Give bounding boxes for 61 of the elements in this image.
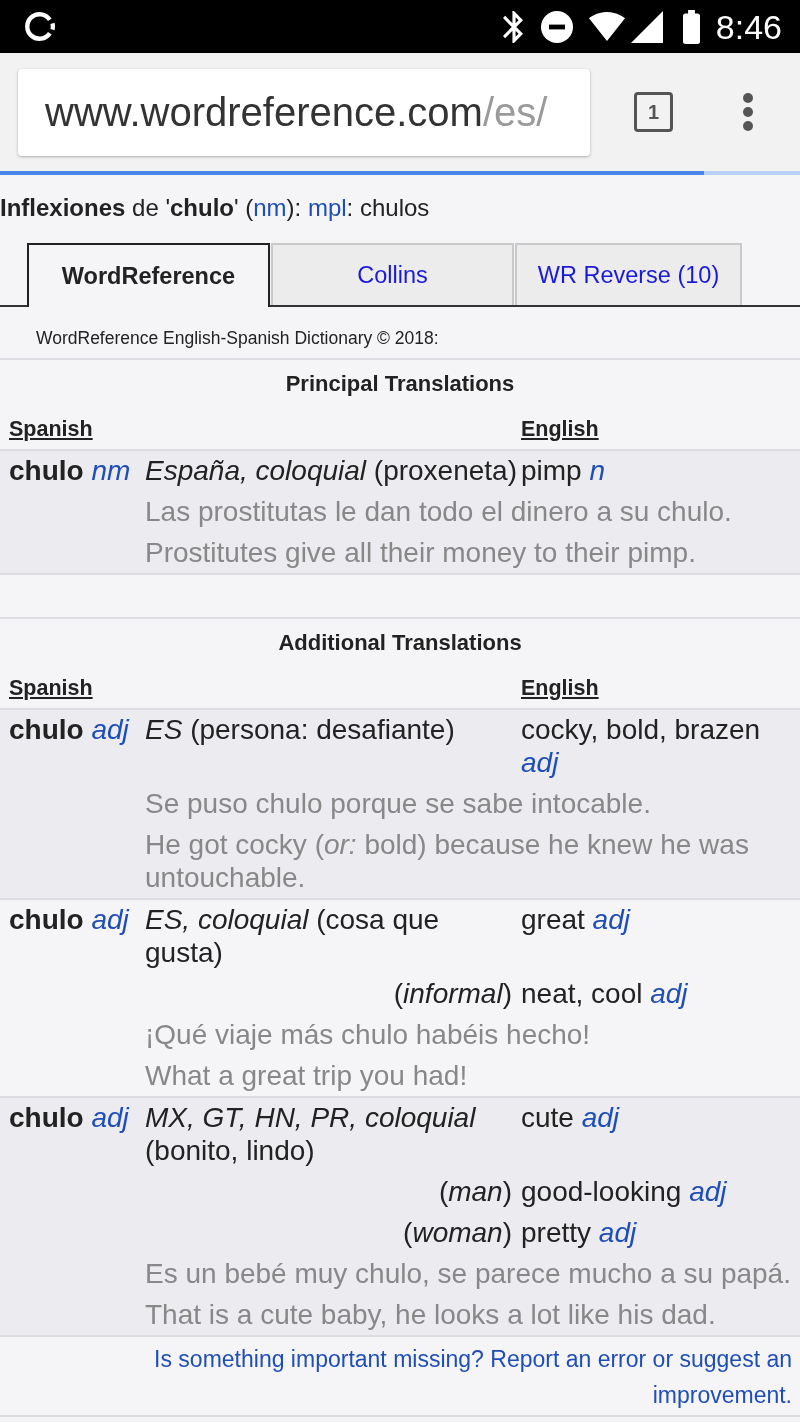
do-not-disturb-icon bbox=[540, 10, 573, 43]
abbreviation-link[interactable]: nm bbox=[253, 194, 287, 221]
example-sentence: That is a cute baby, he looks a lot like his dad. bbox=[145, 1298, 717, 1331]
column-header: Spanish bbox=[9, 417, 93, 441]
translation-text: good-looking bbox=[521, 1176, 682, 1207]
section-title: Principal Translations bbox=[284, 370, 516, 398]
wifi-icon bbox=[588, 12, 625, 41]
pos-label: adj bbox=[581, 1102, 620, 1133]
sense-text: MX, GT, HN, PR, coloquial (bonito, lindo) bbox=[145, 1101, 477, 1167]
example-sentence: He got cocky (or: bold) because he knew he was untouchable. bbox=[145, 828, 750, 894]
example-sentence: Se puso chulo porque se sabe intocable. bbox=[145, 787, 652, 820]
usage-note: (man) bbox=[437, 1175, 513, 1208]
dictionary-tab[interactable]: Collins bbox=[271, 243, 514, 305]
clock-time: 8:46 bbox=[715, 6, 782, 47]
copyright-text: WordReference English-Spanish Dictionary © 2018: bbox=[35, 327, 440, 350]
pos-label: adj bbox=[598, 1217, 637, 1248]
headword: chulo bbox=[9, 1102, 84, 1133]
bluetooth-icon bbox=[502, 10, 523, 43]
section-title: Additional Translations bbox=[277, 629, 523, 657]
pos-label: adj bbox=[521, 747, 559, 778]
sync-icon bbox=[25, 11, 56, 42]
pos-label: n bbox=[589, 455, 606, 486]
translation-text: cute bbox=[521, 1102, 574, 1133]
column-header: English bbox=[521, 676, 599, 700]
pos-label: adj bbox=[91, 714, 129, 745]
pos-label: adj bbox=[689, 1176, 727, 1207]
tab-switcher-button[interactable]: 1 bbox=[634, 92, 673, 132]
translation-text: cocky, bold, brazen bbox=[521, 714, 761, 745]
translation-text: great bbox=[521, 904, 585, 935]
sense-text: ES, coloquial (cosa que gusta) bbox=[145, 903, 441, 969]
headword: chulo bbox=[9, 455, 84, 486]
sense-text: España, coloquial (proxeneta) bbox=[145, 454, 518, 487]
column-header: Spanish bbox=[9, 676, 93, 700]
signal-icon bbox=[630, 10, 663, 43]
pos-label: adj bbox=[592, 904, 630, 935]
usage-note: (woman) bbox=[402, 1216, 513, 1249]
pos-label: adj bbox=[650, 978, 688, 1009]
column-header: English bbox=[521, 417, 599, 441]
dictionary-tab[interactable]: WR Reverse (10) bbox=[515, 243, 742, 305]
example-sentence: Es un bebé muy chulo, se parece mucho a su papá. bbox=[145, 1257, 792, 1290]
abbreviation-link[interactable]: mpl bbox=[307, 194, 347, 221]
sense-text: ES (persona: desafiante) bbox=[145, 713, 456, 747]
pos-label: adj bbox=[91, 904, 129, 935]
inflection-line: Inflexiones de 'chulo' (nm): mpl: chulos bbox=[0, 193, 431, 223]
headword: chulo bbox=[9, 714, 84, 745]
translation-text: pretty bbox=[521, 1217, 592, 1248]
example-sentence: ¡Qué viaje más chulo habéis hecho! bbox=[145, 1018, 592, 1051]
headword: chulo bbox=[9, 904, 84, 935]
battery-icon bbox=[682, 9, 700, 44]
dictionary-tab[interactable]: WordReference bbox=[27, 243, 270, 307]
pos-label: nm bbox=[91, 455, 131, 486]
example-sentence: Las prostitutas le dan todo el dinero a su chulo. bbox=[145, 495, 733, 528]
example-sentence: Prostitutes give all their money to their pimp. bbox=[145, 536, 697, 569]
translation-text: pimp bbox=[521, 455, 582, 486]
report-error-link[interactable]: Is something important missing? Report an error or suggest an improvement. bbox=[120, 1341, 792, 1413]
more-options-icon bbox=[743, 93, 753, 131]
url-field[interactable]: www.wordreference.com/es/ bbox=[18, 68, 590, 156]
usage-note: (informal) bbox=[392, 977, 513, 1010]
example-sentence: What a great trip you had! bbox=[145, 1059, 469, 1092]
pos-label: adj bbox=[91, 1102, 129, 1133]
translation-text: neat, cool bbox=[521, 978, 643, 1009]
